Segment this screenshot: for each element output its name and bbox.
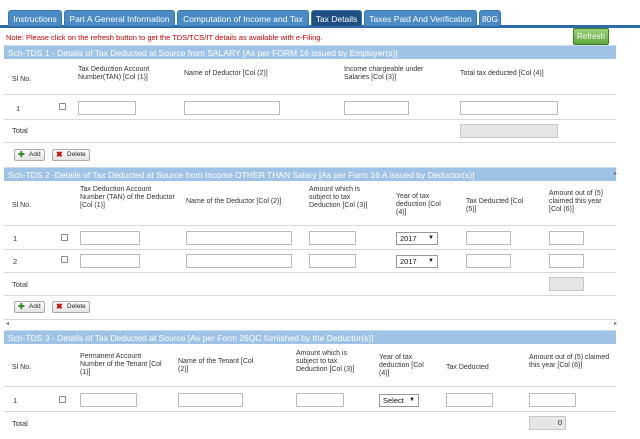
tds3-col-tenant: Name of the Tenant [Col (2)] [178,358,254,373]
tds3-total-value: 0 [529,416,566,430]
tds2-col-deductor: Name of the Deductor [Col (2)] [186,198,282,205]
tds3-row-checkbox[interactable] [59,396,66,403]
tds2-col-amount: Amount which is subject to tax Deduction… [309,186,368,209]
tds2-amount-input[interactable] [309,254,356,268]
scroll-right-icon[interactable]: ▸ [614,320,617,327]
dropdown-arrow-icon: ▼ [428,258,434,264]
divider [4,319,616,320]
tds1-col-income: Income chargeable under Salaries [Col (3… [344,66,424,81]
tds2-delete-button[interactable]: ✖ Delete [52,301,90,313]
tds3-tax-input[interactable] [446,393,493,407]
divider [4,119,616,120]
divider [4,225,616,226]
tds2-year-select[interactable]: 2017 ▼ [396,232,438,245]
refresh-button[interactable]: Refresh [573,28,609,45]
tds3-amount-input[interactable] [296,393,344,407]
tds2-year-select[interactable]: 2017 ▼ [396,255,438,268]
tds1-col-tan: Tax Deduction Account Number(TAN) [Col (… [78,66,150,81]
tds2-row-sl: 2 [13,257,18,266]
tds3-pan-input[interactable] [80,393,137,407]
tds3-col-sl: Sl No. [12,364,32,371]
tds1-row-checkbox[interactable] [59,103,66,110]
tds2-section-header: Sch-TDS 2 -Details of Tax Deducted at So… [4,167,616,181]
divider [4,272,616,273]
tds2-row-sl: 1 [13,234,18,243]
tds2-add-button[interactable]: ✚ Add [14,301,45,313]
plus-icon: ✚ [18,150,25,159]
tds2-col-sl: Sl No. [12,202,32,209]
tds1-total-value [460,124,558,138]
tds1-col-deductor: Name of Deductor [Col (2)] [184,70,268,77]
tab-bar: Instructions Part A General Information … [0,0,640,28]
tds2-row-checkbox[interactable] [61,256,68,263]
tds1-income-input[interactable] [344,101,409,115]
tds3-row-sl: 1 [13,396,18,405]
dropdown-arrow-icon: ▼ [428,235,434,241]
tds2-col-claimed: Amount out of (5) claimed this year [Col… [549,190,604,213]
tds2-tax-input[interactable] [466,231,511,245]
delete-icon: ✖ [56,150,63,159]
divider [4,249,616,250]
tds1-total-tax-input[interactable] [460,101,558,115]
tds2-col-tan: Tax Deduction Account Number (TAN) of th… [80,186,175,209]
tds1-add-button[interactable]: ✚ Add [14,149,45,161]
dropdown-arrow-icon: ▼ [409,397,415,403]
tds1-section-header: Sch-TDS 1 - Details of Tax Deducted at S… [4,45,616,59]
tds3-claimed-input[interactable] [529,393,576,407]
tab-part-a-general-information[interactable]: Part A General Information [64,10,175,26]
tds2-row-checkbox[interactable] [61,234,68,241]
tds2-tax-input[interactable] [466,254,511,268]
tds3-year-value: Select [383,396,404,405]
tds2-tan-input[interactable] [80,231,140,245]
tds2-amount-input[interactable] [309,231,356,245]
tds1-row-sl: 1 [16,104,21,113]
divider [4,386,616,387]
divider [4,142,616,143]
tab-80g[interactable]: 80G [479,10,501,26]
delete-label: Delete [67,303,86,310]
tab-taxes-paid-and-verification[interactable]: Taxes Paid And Verification [364,10,477,26]
plus-icon: ✚ [18,302,25,311]
tds2-tan-input[interactable] [80,254,140,268]
tds1-tan-input[interactable] [78,101,136,115]
tds1-total-label: Total [12,126,28,135]
tds2-col-tax-deducted: Tax Deducted [Col (5)] [466,198,524,213]
tds3-col-pan: Permanent Account Number of the Tenant [… [80,353,162,376]
tds2-year-value: 2017 [400,234,417,243]
tds1-col-total-tax: Total tax deducted [Col (4)] [460,70,544,77]
divider [4,94,616,95]
tds2-claimed-input[interactable] [549,231,584,245]
delete-label: Delete [67,151,86,158]
tds3-section-header: Sch-TDS 3 - Details of Tax Deducted at S… [4,330,616,344]
tds2-deductor-input[interactable] [186,231,292,245]
tds3-year-select[interactable]: Select ▼ [379,394,419,407]
tab-instructions[interactable]: Instructions [8,10,62,26]
tds3-col-claimed: Amount out of (5) claimed this year [Col… [529,354,610,369]
divider [4,295,616,296]
tds2-total-value [549,277,584,291]
tds3-col-amount: Amount which is subject to tax Deduction… [296,350,355,373]
add-label: Add [29,303,41,310]
tds2-claimed-input[interactable] [549,254,584,268]
divider [4,411,616,412]
tds3-total-label: Total [12,419,28,428]
scroll-left-icon[interactable]: ◂ [6,320,9,327]
tds3-tenant-input[interactable] [178,393,243,407]
tab-tax-details[interactable]: Tax Details [311,10,362,26]
tds1-col-sl: Sl No. [12,76,32,83]
delete-icon: ✖ [56,302,63,311]
tds3-col-year: Year of tax deduction [Col (4)] [379,354,424,377]
tds2-deductor-input[interactable] [186,254,292,268]
tab-computation-of-income-and-tax[interactable]: Computation of Income and Tax [177,10,309,26]
add-label: Add [29,151,41,158]
tds2-year-value: 2017 [400,257,417,266]
scroll-right-icon[interactable]: ▸ [614,170,617,177]
tds2-col-year: Year of tax deduction [Col (4)] [396,193,441,216]
tds1-delete-button[interactable]: ✖ Delete [52,149,90,161]
tds2-total-label: Total [12,280,28,289]
tds1-deductor-input[interactable] [184,101,280,115]
tds3-col-tax-deducted: Tax Deducted [446,364,489,371]
refresh-note: Note: Please click on the refresh button… [6,33,323,42]
